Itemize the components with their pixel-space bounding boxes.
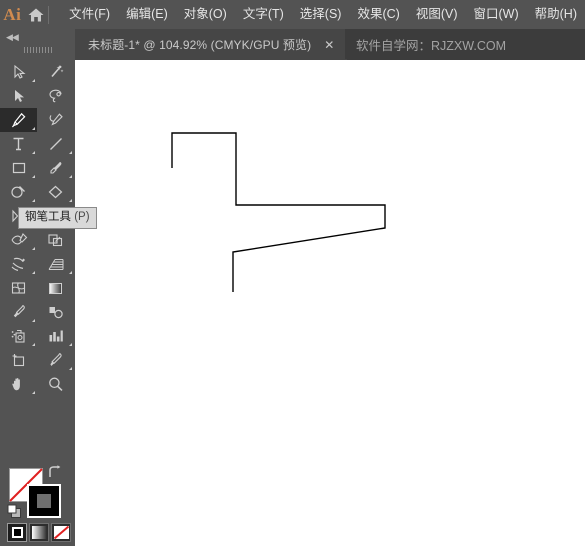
curvature-tool[interactable] [37, 108, 74, 132]
paintbrush-tool[interactable] [37, 156, 74, 180]
perspective-grid-tool[interactable] [37, 252, 74, 276]
tool-corner-marker [32, 127, 35, 130]
default-fill-stroke-icon[interactable] [7, 504, 22, 524]
mesh-tool[interactable] [0, 276, 37, 300]
none-mode-button[interactable] [51, 523, 71, 542]
tool-corner-marker [32, 79, 35, 82]
gradient-tool[interactable] [37, 276, 74, 300]
column-graph-tool[interactable] [37, 324, 74, 348]
magic-wand-tool[interactable] [37, 60, 74, 84]
lasso-tool[interactable] [37, 84, 74, 108]
menu-divider [48, 5, 50, 24]
menu-file[interactable]: 文件(F) [61, 4, 118, 25]
rectangle-tool[interactable] [0, 156, 37, 180]
illustrator-window: Ai 文件(F) 编辑(E) 对象(O) 文字(T) 选择(S) 效果(C) 视… [0, 0, 585, 546]
tool-corner-marker [32, 151, 35, 154]
collapse-panel-icon[interactable]: ◀◀ [6, 33, 19, 42]
gradient-mode-icon [32, 526, 47, 539]
selection-tool[interactable] [0, 60, 37, 84]
tool-corner-marker [69, 175, 72, 178]
home-icon[interactable] [25, 0, 47, 29]
line-segment-tool[interactable] [37, 132, 74, 156]
stroke-swatch-inner [37, 494, 51, 508]
tool-corner-marker [32, 319, 35, 322]
drawn-path[interactable] [171, 132, 386, 292]
direct-selection-tool[interactable] [0, 84, 37, 108]
document-canvas[interactable] [75, 60, 585, 546]
tool-corner-marker [69, 367, 72, 370]
panel-drag-handle[interactable] [24, 47, 54, 53]
watermark-text: 软件自学网：RJZXW.COM [356, 39, 506, 53]
blend-tool[interactable] [37, 300, 74, 324]
hand-tool[interactable] [0, 372, 37, 396]
menu-item-list: 文件(F) 编辑(E) 对象(O) 文字(T) 选择(S) 效果(C) 视图(V… [61, 4, 585, 25]
gradient-mode-button[interactable] [29, 523, 49, 542]
document-tab[interactable]: 未标题-1* @ 104.92% (CMYK/GPU 预览) ✕ [75, 29, 346, 60]
type-tool[interactable] [0, 132, 37, 156]
shape-builder-tool[interactable] [0, 252, 37, 276]
fill-mode-row [7, 523, 71, 542]
tool-corner-marker [32, 199, 35, 202]
tool-corner-marker [69, 151, 72, 154]
tool-corner-marker [32, 391, 35, 394]
stroke-swatch[interactable] [27, 484, 61, 518]
tool-corner-marker [69, 199, 72, 202]
color-mode-icon [12, 527, 23, 538]
tool-corner-marker [32, 271, 35, 274]
menu-type[interactable]: 文字(T) [235, 4, 292, 25]
eraser-tool[interactable] [37, 180, 74, 204]
menu-view[interactable]: 视图(V) [408, 4, 466, 25]
menu-select[interactable]: 选择(S) [292, 4, 350, 25]
tool-corner-marker [32, 175, 35, 178]
free-transform-tool[interactable] [37, 228, 74, 252]
menu-edit[interactable]: 编辑(E) [118, 4, 176, 25]
none-mode-icon [54, 526, 69, 539]
tool-corner-marker [69, 271, 72, 274]
shaper-tool[interactable] [0, 180, 37, 204]
symbol-sprayer-tool[interactable] [0, 324, 37, 348]
color-controls [0, 405, 75, 546]
swap-fill-stroke-icon[interactable] [47, 465, 63, 485]
app-logo: Ai [3, 4, 22, 24]
menu-window[interactable]: 窗口(W) [466, 4, 527, 25]
tooltip-shortcut: (P) [74, 211, 90, 223]
tooltip-label: 钢笔工具 [25, 211, 71, 223]
canvas-artwork [171, 132, 386, 292]
slice-tool[interactable] [37, 348, 74, 372]
eyedropper-tool[interactable] [0, 300, 37, 324]
zoom-tool[interactable] [37, 372, 74, 396]
close-icon[interactable]: ✕ [324, 39, 334, 51]
tool-panel-header: ◀◀ [0, 29, 75, 60]
width-tool[interactable] [0, 228, 37, 252]
artboard-tool[interactable] [0, 348, 37, 372]
menu-object[interactable]: 对象(O) [176, 4, 235, 25]
menu-bar: Ai 文件(F) 编辑(E) 对象(O) 文字(T) 选择(S) 效果(C) 视… [0, 0, 585, 29]
pen-tool[interactable] [0, 108, 37, 132]
menu-help[interactable]: 帮助(H) [527, 4, 585, 25]
document-tab-bar: ◀◀ 未标题-1* @ 104.92% (CMYK/GPU 预览) ✕ 软件自学… [0, 29, 585, 60]
document-tab-title: 未标题-1* @ 104.92% (CMYK/GPU 预览) [88, 38, 312, 52]
tool-corner-marker [32, 247, 35, 250]
menu-effect[interactable]: 效果(C) [349, 4, 407, 25]
color-mode-button[interactable] [7, 523, 27, 542]
tool-tooltip: 钢笔工具 (P) [18, 207, 97, 229]
tool-corner-marker [69, 343, 72, 346]
tool-panel: 钢笔工具 (P) [0, 60, 97, 546]
tool-corner-marker [32, 343, 35, 346]
